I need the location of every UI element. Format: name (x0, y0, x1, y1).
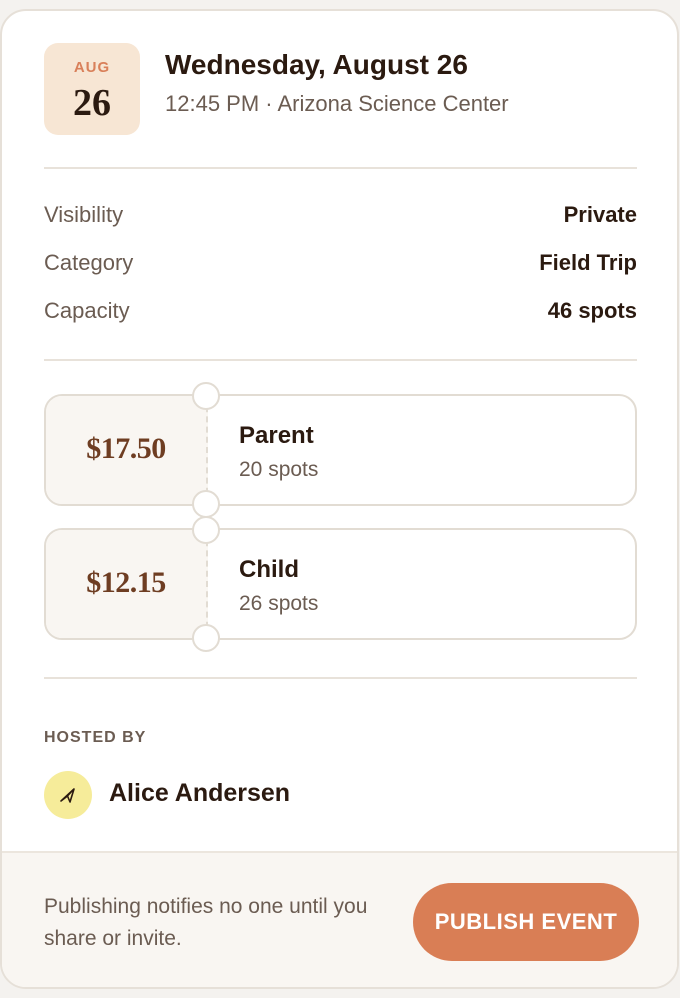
hosted-by-label: HOSTED BY (44, 729, 147, 746)
ticket-price: $12.15 (86, 566, 166, 599)
ticket-spots: 26 spots (239, 592, 319, 615)
ticket-notch (192, 624, 220, 652)
paper-plane-icon (60, 788, 75, 803)
avatar[interactable] (44, 771, 92, 819)
detail-row-category: Category Field Trip (44, 250, 637, 282)
detail-value: 46 spots (547, 298, 637, 323)
publish-event-button[interactable]: PUBLISH EVENT (413, 883, 639, 961)
publish-note: Publishing notifies no one until you sha… (44, 895, 368, 950)
detail-row-visibility: Visibility Private (44, 202, 637, 234)
detail-label: Category (44, 250, 134, 275)
date-badge: AUG 26 (44, 43, 140, 135)
ticket-price: $17.50 (86, 432, 166, 465)
date-month: AUG (73, 59, 111, 76)
event-date-title: Wednesday, August 26 (165, 49, 468, 80)
detail-value: Private (563, 202, 637, 227)
ticket-notch (192, 490, 220, 518)
detail-label: Visibility (44, 202, 124, 227)
ticket-name: Parent (239, 422, 314, 449)
ticket-notch (192, 382, 220, 410)
date-day: 26 (73, 82, 111, 124)
event-summary-card: AUG 26 Wednesday, August 26 12:45 PM · A… (0, 9, 679, 989)
detail-row-capacity: Capacity 46 spots (44, 298, 637, 330)
divider (44, 677, 637, 679)
divider (44, 359, 637, 361)
event-time-location: 12:45 PM · Arizona Science Center (165, 91, 509, 116)
divider (44, 167, 637, 169)
ticket-child[interactable]: $12.15 Child 26 spots (44, 516, 637, 652)
ticket-parent[interactable]: $17.50 Parent 20 spots (44, 382, 637, 518)
ticket-notch (192, 516, 220, 544)
ticket-name: Child (239, 556, 299, 583)
detail-label: Capacity (44, 298, 130, 323)
ticket-spots: 20 spots (239, 458, 319, 481)
detail-value: Field Trip (539, 250, 637, 275)
host-name[interactable]: Alice Andersen (109, 779, 290, 808)
card-footer: Publishing notifies no one until you sha… (2, 851, 677, 987)
